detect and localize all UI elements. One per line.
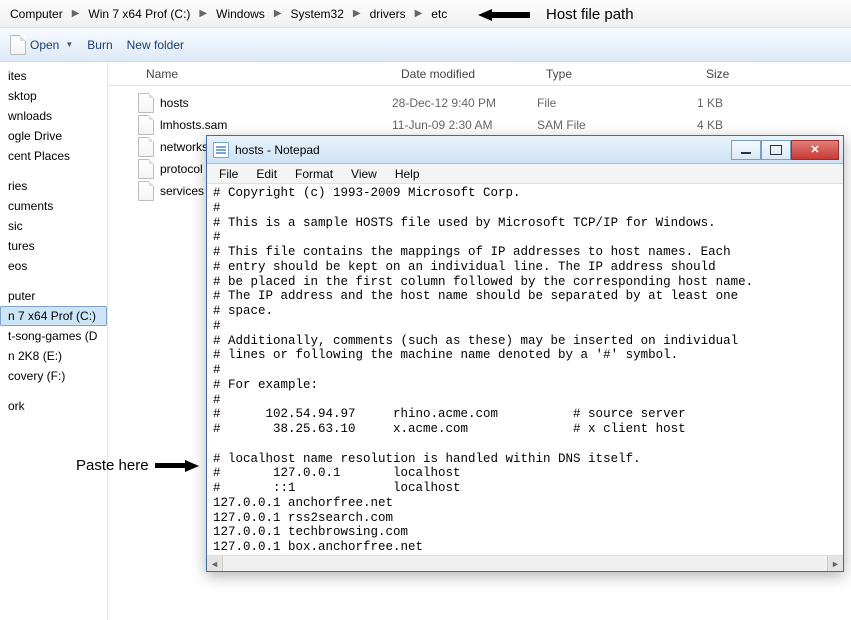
sidebar-item[interactable]: wnloads [0, 106, 107, 126]
file-name: lmhosts.sam [160, 118, 392, 132]
notepad-titlebar[interactable]: hosts - Notepad [207, 136, 843, 164]
document-icon [10, 35, 26, 55]
file-icon [138, 181, 154, 201]
minimize-button[interactable] [731, 140, 761, 160]
chevron-right-icon[interactable]: ▶ [352, 8, 362, 19]
open-label: Open [30, 38, 59, 52]
scroll-track[interactable] [223, 556, 827, 571]
col-size[interactable]: Size [698, 67, 851, 81]
file-icon [138, 137, 154, 157]
chevron-right-icon[interactable]: ▶ [414, 8, 424, 19]
file-icon [138, 93, 154, 113]
chevron-right-icon[interactable]: ▶ [273, 8, 283, 19]
annotation-paste-here: Paste here [76, 457, 199, 474]
sidebar-item[interactable]: ork [0, 396, 107, 416]
col-type[interactable]: Type [538, 67, 698, 81]
breadcrumb-item[interactable]: etc [425, 5, 453, 23]
menu-format[interactable]: Format [287, 165, 341, 183]
file-date: 28-Dec-12 9:40 PM [392, 96, 537, 110]
notepad-title: hosts - Notepad [235, 143, 731, 157]
sidebar-item[interactable]: sktop [0, 86, 107, 106]
file-size: 1 KB [697, 96, 723, 110]
sidebar-item[interactable]: sic [0, 216, 107, 236]
notepad-window: hosts - Notepad File Edit Format View He… [206, 135, 844, 572]
menu-file[interactable]: File [211, 165, 246, 183]
new-folder-button[interactable]: New folder [127, 38, 184, 52]
file-size: 4 KB [697, 118, 723, 132]
arrow-right-icon [185, 460, 199, 472]
notepad-icon [213, 142, 229, 158]
close-button[interactable] [791, 140, 839, 160]
file-type: SAM File [537, 118, 697, 132]
sidebar-item[interactable]: puter [0, 286, 107, 306]
sidebar-item[interactable]: n 2K8 (E:) [0, 346, 107, 366]
sidebar-item[interactable]: ites [0, 66, 107, 86]
col-name[interactable]: Name [138, 67, 393, 81]
menu-help[interactable]: Help [387, 165, 428, 183]
annotation-text: Host file path [546, 6, 634, 23]
maximize-button[interactable] [761, 140, 791, 160]
file-date: 11-Jun-09 2:30 AM [392, 118, 537, 132]
navigation-sidebar: ites sktop wnloads ogle Drive cent Place… [0, 62, 108, 620]
scroll-right-icon[interactable]: ► [827, 556, 843, 571]
sidebar-item-selected[interactable]: n 7 x64 Prof (C:) [0, 306, 107, 326]
annotation-text: Paste here [76, 457, 149, 474]
arrow-shaft [155, 463, 185, 468]
file-type: File [537, 96, 697, 110]
horizontal-scrollbar[interactable]: ◄ ► [207, 555, 843, 571]
arrow-left-icon [478, 9, 492, 21]
breadcrumb-item[interactable]: Win 7 x64 Prof (C:) [82, 5, 196, 23]
breadcrumb[interactable]: Computer ▶ Win 7 x64 Prof (C:) ▶ Windows… [4, 5, 453, 23]
notepad-textarea[interactable]: # Copyright (c) 1993-2009 Microsoft Corp… [207, 184, 843, 555]
notepad-menubar: File Edit Format View Help [207, 164, 843, 184]
breadcrumb-bar: Computer ▶ Win 7 x64 Prof (C:) ▶ Windows… [0, 0, 851, 28]
sidebar-item[interactable]: ries [0, 176, 107, 196]
column-headers: Name Date modified Type Size [108, 62, 851, 86]
chevron-right-icon[interactable]: ▶ [71, 8, 81, 19]
scroll-left-icon[interactable]: ◄ [207, 556, 223, 571]
file-icon [138, 115, 154, 135]
explorer-toolbar: Open ▼ Burn New folder [0, 28, 851, 62]
file-row[interactable]: hosts28-Dec-12 9:40 PMFile1 KB [108, 92, 851, 114]
col-date[interactable]: Date modified [393, 67, 538, 81]
sidebar-item[interactable]: cent Places [0, 146, 107, 166]
breadcrumb-item[interactable]: Windows [210, 5, 271, 23]
sidebar-item[interactable]: covery (F:) [0, 366, 107, 386]
sidebar-item[interactable]: t-song-games (D [0, 326, 107, 346]
breadcrumb-item[interactable]: Computer [4, 5, 69, 23]
burn-button[interactable]: Burn [87, 38, 112, 52]
sidebar-item[interactable]: cuments [0, 196, 107, 216]
breadcrumb-item[interactable]: drivers [364, 5, 412, 23]
sidebar-item[interactable]: tures [0, 236, 107, 256]
menu-view[interactable]: View [343, 165, 385, 183]
chevron-right-icon[interactable]: ▶ [198, 8, 208, 19]
sidebar-item[interactable]: eos [0, 256, 107, 276]
menu-edit[interactable]: Edit [248, 165, 285, 183]
file-name: hosts [160, 96, 392, 110]
file-row[interactable]: lmhosts.sam11-Jun-09 2:30 AMSAM File4 KB [108, 114, 851, 136]
breadcrumb-item[interactable]: System32 [285, 5, 350, 23]
open-button[interactable]: Open ▼ [10, 35, 73, 55]
file-icon [138, 159, 154, 179]
dropdown-icon[interactable]: ▼ [65, 40, 73, 49]
sidebar-item[interactable]: ogle Drive [0, 126, 107, 146]
annotation-host-path: Host file path [478, 6, 634, 23]
